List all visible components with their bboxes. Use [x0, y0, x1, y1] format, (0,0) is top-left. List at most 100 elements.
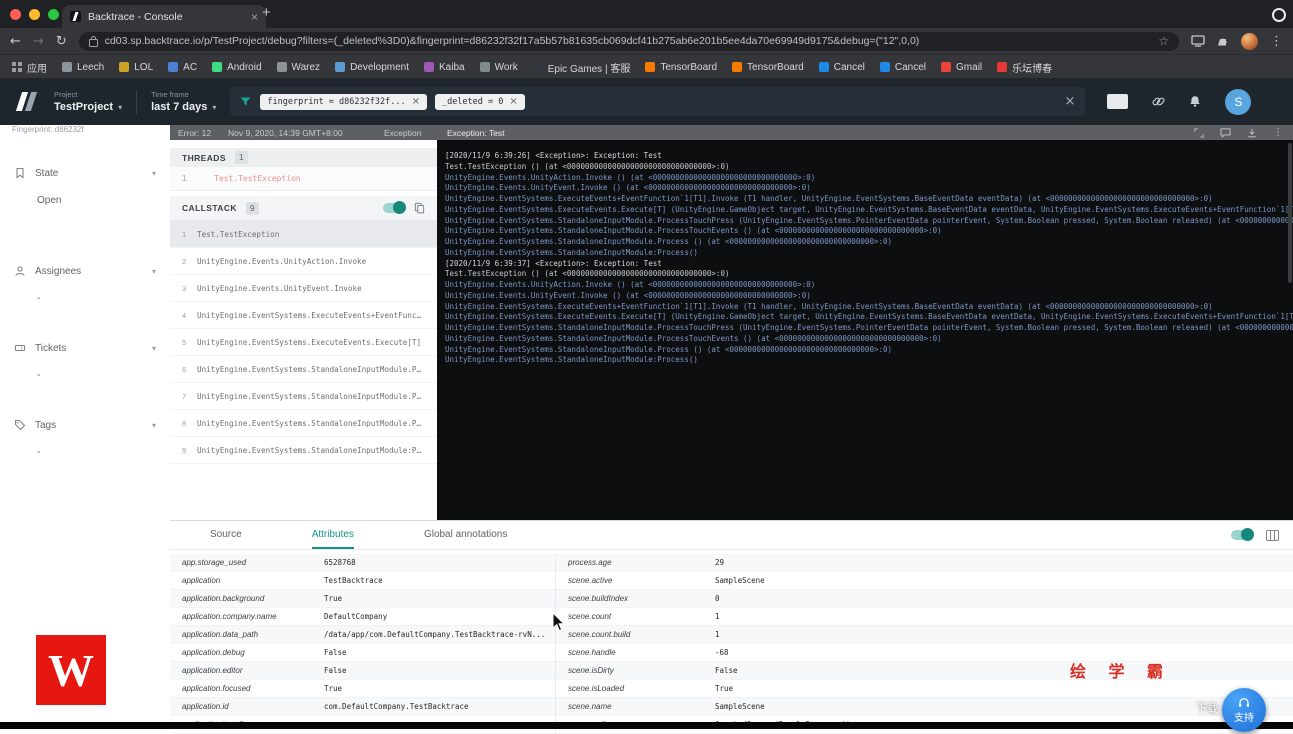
thread-row[interactable]: 1 Test.TestException [170, 167, 437, 191]
bookmark-apps[interactable]: 应用 [12, 60, 47, 75]
reload-icon[interactable]: ↻ [56, 35, 67, 48]
attribute-row[interactable]: application.editor False [170, 662, 555, 680]
close-window-button[interactable] [10, 9, 21, 20]
bookmark-item[interactable]: Warez [276, 62, 320, 73]
attribute-row[interactable]: app.storage_used 6528768 [170, 554, 555, 572]
callstack-frame[interactable]: 8 UnityEngine.EventSystems.StandaloneInp… [170, 410, 437, 437]
bookmark-item[interactable]: TensorBoard [732, 62, 804, 73]
bookmark-star-icon[interactable]: ☆ [1158, 34, 1169, 48]
browser-tab[interactable]: Backtrace - Console × [62, 5, 266, 28]
copy-icon[interactable] [414, 202, 425, 214]
attribute-row[interactable]: application.debug False [170, 644, 555, 662]
download-icon[interactable] [1247, 128, 1257, 138]
extensions-icon[interactable] [1217, 35, 1229, 47]
detail-tab[interactable]: Attributes [311, 521, 354, 549]
zoom-window-button[interactable] [48, 9, 59, 20]
attribute-row[interactable]: process.age 29 [556, 554, 1293, 572]
attribute-row[interactable]: scene.count.build 1 [556, 626, 1293, 644]
attribute-row[interactable]: application.focused True [170, 680, 555, 698]
link-icon[interactable] [1152, 95, 1165, 108]
screen-share-icon[interactable] [1191, 35, 1205, 47]
assignees-value[interactable]: - [0, 277, 170, 304]
bookmark-item[interactable]: Development [335, 62, 409, 73]
comment-icon[interactable] [1220, 127, 1231, 138]
bookmark-favicon-icon [168, 62, 179, 72]
callstack-frame[interactable]: 2 UnityEngine.Events.UnityAction.Invoke [170, 248, 437, 275]
expand-icon[interactable] [1194, 127, 1204, 138]
columns-icon[interactable] [1266, 529, 1279, 541]
bookmark-item[interactable]: Epic Games | 客服 [532, 60, 630, 75]
bell-icon[interactable] [1189, 95, 1201, 108]
browser-profile-avatar[interactable] [1241, 32, 1258, 50]
attribute-row[interactable]: scene.count 1 [556, 608, 1293, 626]
tickets-value[interactable]: - [0, 354, 170, 381]
chip-remove-icon[interactable]: × [412, 96, 420, 107]
bookmark-item[interactable]: TensorBoard [645, 62, 717, 73]
view-card-icon[interactable] [1107, 94, 1129, 109]
attribute-row[interactable]: scene.name SampleScene [556, 698, 1293, 716]
bookmark-item[interactable]: Work [479, 62, 518, 73]
attribute-row[interactable]: application.id com.DefaultCompany.TestBa… [170, 698, 555, 716]
tags-value[interactable]: - [0, 431, 170, 458]
lock-icon[interactable] [88, 35, 98, 47]
callstack-frame[interactable]: 4 UnityEngine.EventSystems.ExecuteEvents… [170, 302, 437, 329]
backtrace-logo-icon[interactable] [14, 89, 40, 115]
attribute-row[interactable]: application.data_path /data/app/com.Defa… [170, 626, 555, 644]
bookmark-item[interactable]: 乐坛博春 [997, 60, 1052, 75]
log-panel[interactable]: [2020/11/9 6:39:26] <Exception>: Excepti… [437, 140, 1293, 520]
assignees-header[interactable]: Assignees ▾ [0, 265, 170, 277]
log-scrollbar[interactable] [1288, 143, 1292, 283]
forward-icon[interactable]: → [33, 35, 44, 48]
filter-bar[interactable]: fingerprint = d86232f32f... × _deleted =… [230, 87, 1086, 116]
bookmark-item[interactable]: Android [212, 62, 262, 73]
attribute-row[interactable]: scene.buildIndex 0 [556, 590, 1293, 608]
bookmark-item[interactable]: LOL [119, 62, 153, 73]
chip-remove-icon[interactable]: × [509, 96, 517, 107]
filter-chip[interactable]: _deleted = 0 × [434, 93, 525, 110]
attributes-toggle[interactable] [1231, 528, 1254, 541]
attribute-row[interactable]: scene.active SampleScene [556, 572, 1293, 590]
bookmark-item[interactable]: Gmail [941, 62, 982, 73]
minimize-window-button[interactable] [29, 9, 40, 20]
attribute-row[interactable]: scene.isLoaded True [556, 680, 1293, 698]
bookmark-item[interactable]: Cancel [818, 62, 865, 73]
tab-close-icon[interactable]: × [251, 11, 258, 23]
callstack-toggle[interactable] [383, 201, 406, 214]
callstack-frame[interactable]: 9 UnityEngine.EventSystems.StandaloneInp… [170, 437, 437, 464]
callstack-frame[interactable]: 3 UnityEngine.Events.UnityEvent.Invoke [170, 275, 437, 302]
media-control-icon[interactable] [1272, 8, 1286, 22]
kebab-menu-icon[interactable]: ⋮ [1273, 127, 1283, 138]
detail-tab[interactable]: Source [210, 521, 242, 549]
attribute-row[interactable]: application.company.name DefaultCompany [170, 608, 555, 626]
detail-tab[interactable]: Global annotations [424, 521, 507, 549]
url-bar[interactable]: cd03.sp.backtrace.io/p/TestProject/debug… [78, 31, 1179, 51]
filter-clear-icon[interactable]: × [1064, 94, 1075, 109]
bookmark-item[interactable]: Cancel [879, 62, 926, 73]
timeframe-selector[interactable]: Time frame last 7 days ▾ [151, 90, 216, 113]
tags-header[interactable]: Tags ▾ [0, 419, 170, 431]
back-icon[interactable]: ← [10, 35, 21, 48]
state-header[interactable]: State ▾ [0, 167, 170, 179]
user-avatar[interactable]: S [1225, 88, 1252, 115]
bookmark-item[interactable]: Leech [62, 62, 104, 73]
url-text[interactable]: cd03.sp.backtrace.io/p/TestProject/debug… [105, 35, 1152, 47]
header-divider [136, 89, 138, 114]
support-button[interactable]: 支持 [1222, 688, 1266, 732]
callstack-frame[interactable]: 6 UnityEngine.EventSystems.StandaloneInp… [170, 356, 437, 383]
attribute-row[interactable]: scene.handle -68 [556, 644, 1293, 662]
project-selector[interactable]: Project TestProject ▾ [54, 90, 122, 113]
tickets-header[interactable]: Tickets ▾ [0, 342, 170, 354]
attribute-row[interactable]: application TestBacktrace [170, 572, 555, 590]
browser-menu-icon[interactable]: ⋮ [1270, 35, 1283, 48]
new-tab-button[interactable]: + [262, 4, 271, 21]
callstack-frame[interactable]: 5 UnityEngine.EventSystems.ExecuteEvents… [170, 329, 437, 356]
attribute-row[interactable]: scene.isDirty False [556, 662, 1293, 680]
bookmark-item[interactable]: Kaiba [423, 62, 465, 73]
callstack-frame[interactable]: 1 Test.TestException [170, 221, 437, 248]
threads-header[interactable]: THREADS 1 [170, 148, 437, 167]
callstack-frame[interactable]: 7 UnityEngine.EventSystems.StandaloneInp… [170, 383, 437, 410]
bookmark-item[interactable]: AC [168, 62, 197, 73]
state-value[interactable]: Open [0, 179, 170, 206]
filter-chip[interactable]: fingerprint = d86232f32f... × [260, 93, 427, 110]
attribute-row[interactable]: application.background True [170, 590, 555, 608]
